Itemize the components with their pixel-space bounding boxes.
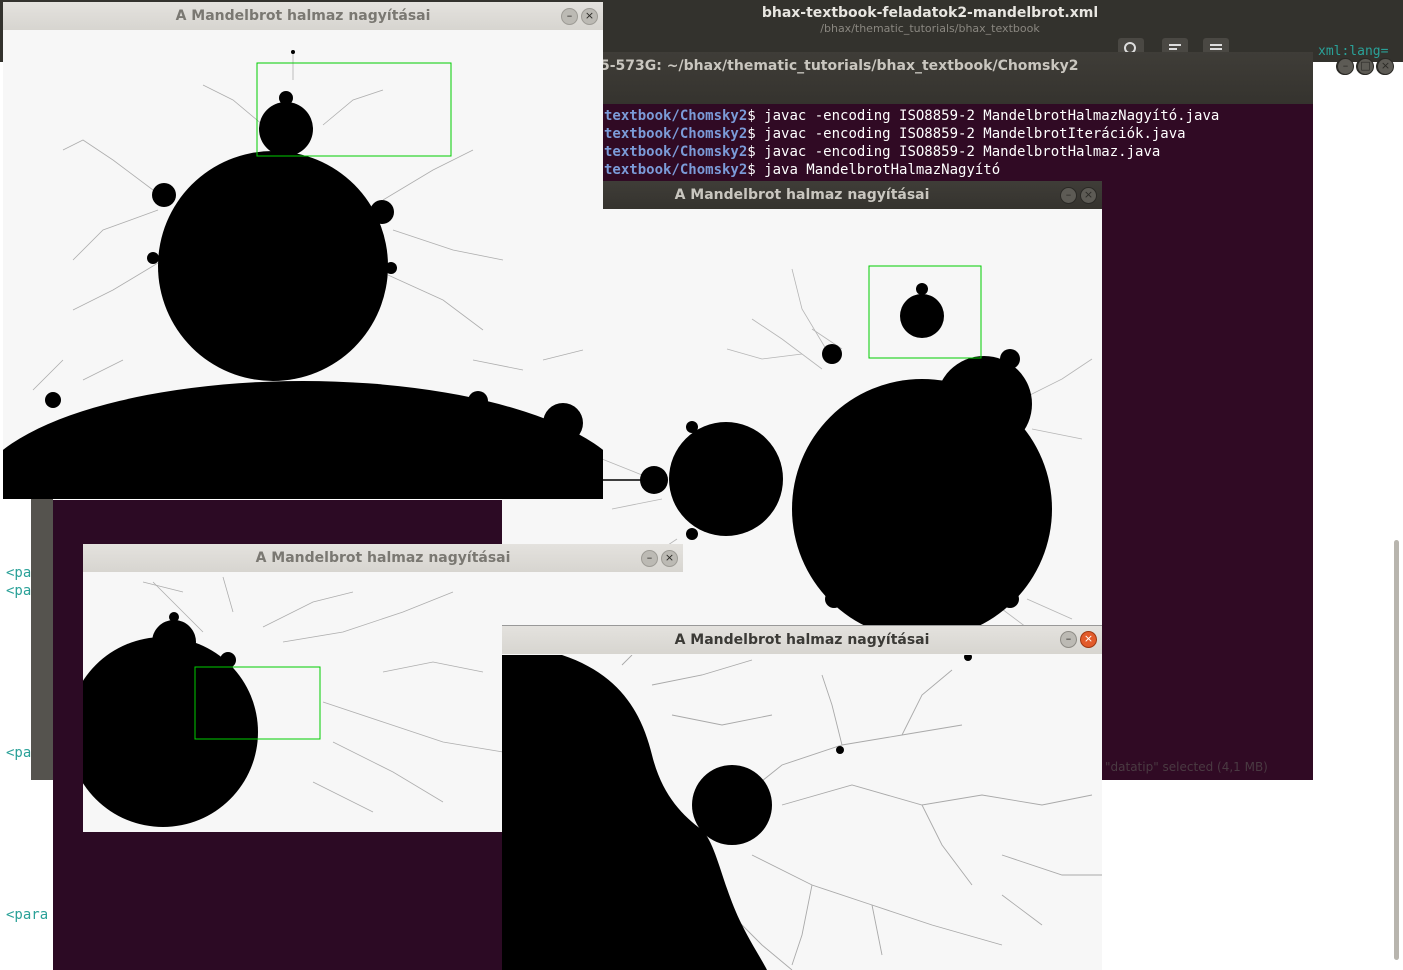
terminal-line: textbook/Chomsky2$ javac -encoding ISO88…: [604, 144, 1161, 160]
mandelbrot-canvas[interactable]: [502, 655, 1102, 970]
editor-corner-code: xml:lang=: [1318, 44, 1389, 59]
gray-panel: [31, 480, 53, 780]
close-button[interactable]: ×: [1080, 187, 1097, 204]
window-1-title: A Mandelbrot halmaz nagyításai: [3, 2, 603, 30]
mandelbrot-window-1: A Mandelbrot halmaz nagyításai – ×: [3, 2, 603, 499]
editor-subtitle: /bhax/thematic_tutorials/bhax_textbook: [820, 22, 1040, 35]
minimize-button[interactable]: –: [561, 8, 578, 25]
terminal-maximize-button[interactable]: □: [1357, 58, 1374, 75]
terminal-line: textbook/Chomsky2$ javac -encoding ISO88…: [604, 126, 1186, 142]
terminal-line: textbook/Chomsky2$ java MandelbrotHalmaz…: [604, 162, 1001, 178]
minimize-button[interactable]: –: [1060, 187, 1077, 204]
editor-line: <pa: [6, 583, 32, 599]
terminal-status: "datatip" selected (4,1 MB): [1105, 760, 1268, 774]
editor-scrollbar[interactable]: [1394, 540, 1399, 960]
close-button[interactable]: ×: [1080, 631, 1097, 648]
close-button[interactable]: ×: [581, 8, 598, 25]
terminal-title: 5-573G: ~/bhax/thematic_tutorials/bhax_t…: [600, 58, 1079, 74]
window-4-title: A Mandelbrot halmaz nagyításai: [502, 625, 1102, 654]
terminal-line: textbook/Chomsky2$ javac -encoding ISO88…: [604, 108, 1220, 124]
background-terminal-lower: [53, 830, 503, 970]
editor-title: bhax-textbook-feladatok2-mandelbrot.xml: [761, 5, 1099, 21]
terminal-minimize-button[interactable]: –: [1337, 58, 1354, 75]
close-button[interactable]: ×: [661, 550, 678, 567]
terminal-titlebar: 5-573G: ~/bhax/thematic_tutorials/bhax_t…: [600, 52, 1393, 104]
terminal-content: textbook/Chomsky2$ javac -encoding ISO88…: [604, 107, 1304, 179]
window-3-title: A Mandelbrot halmaz nagyításai: [83, 544, 683, 572]
mandelbrot-window-4: A Mandelbrot halmaz nagyításai – ×: [502, 625, 1102, 970]
editor-line: <pa: [6, 745, 32, 761]
minimize-button[interactable]: –: [1060, 631, 1077, 648]
editor-line: <para: [6, 907, 49, 923]
editor-line: <pa: [6, 565, 32, 581]
minimize-button[interactable]: –: [641, 550, 658, 567]
terminal-close-button[interactable]: ×: [1377, 58, 1394, 75]
mandelbrot-canvas[interactable]: [3, 30, 603, 499]
